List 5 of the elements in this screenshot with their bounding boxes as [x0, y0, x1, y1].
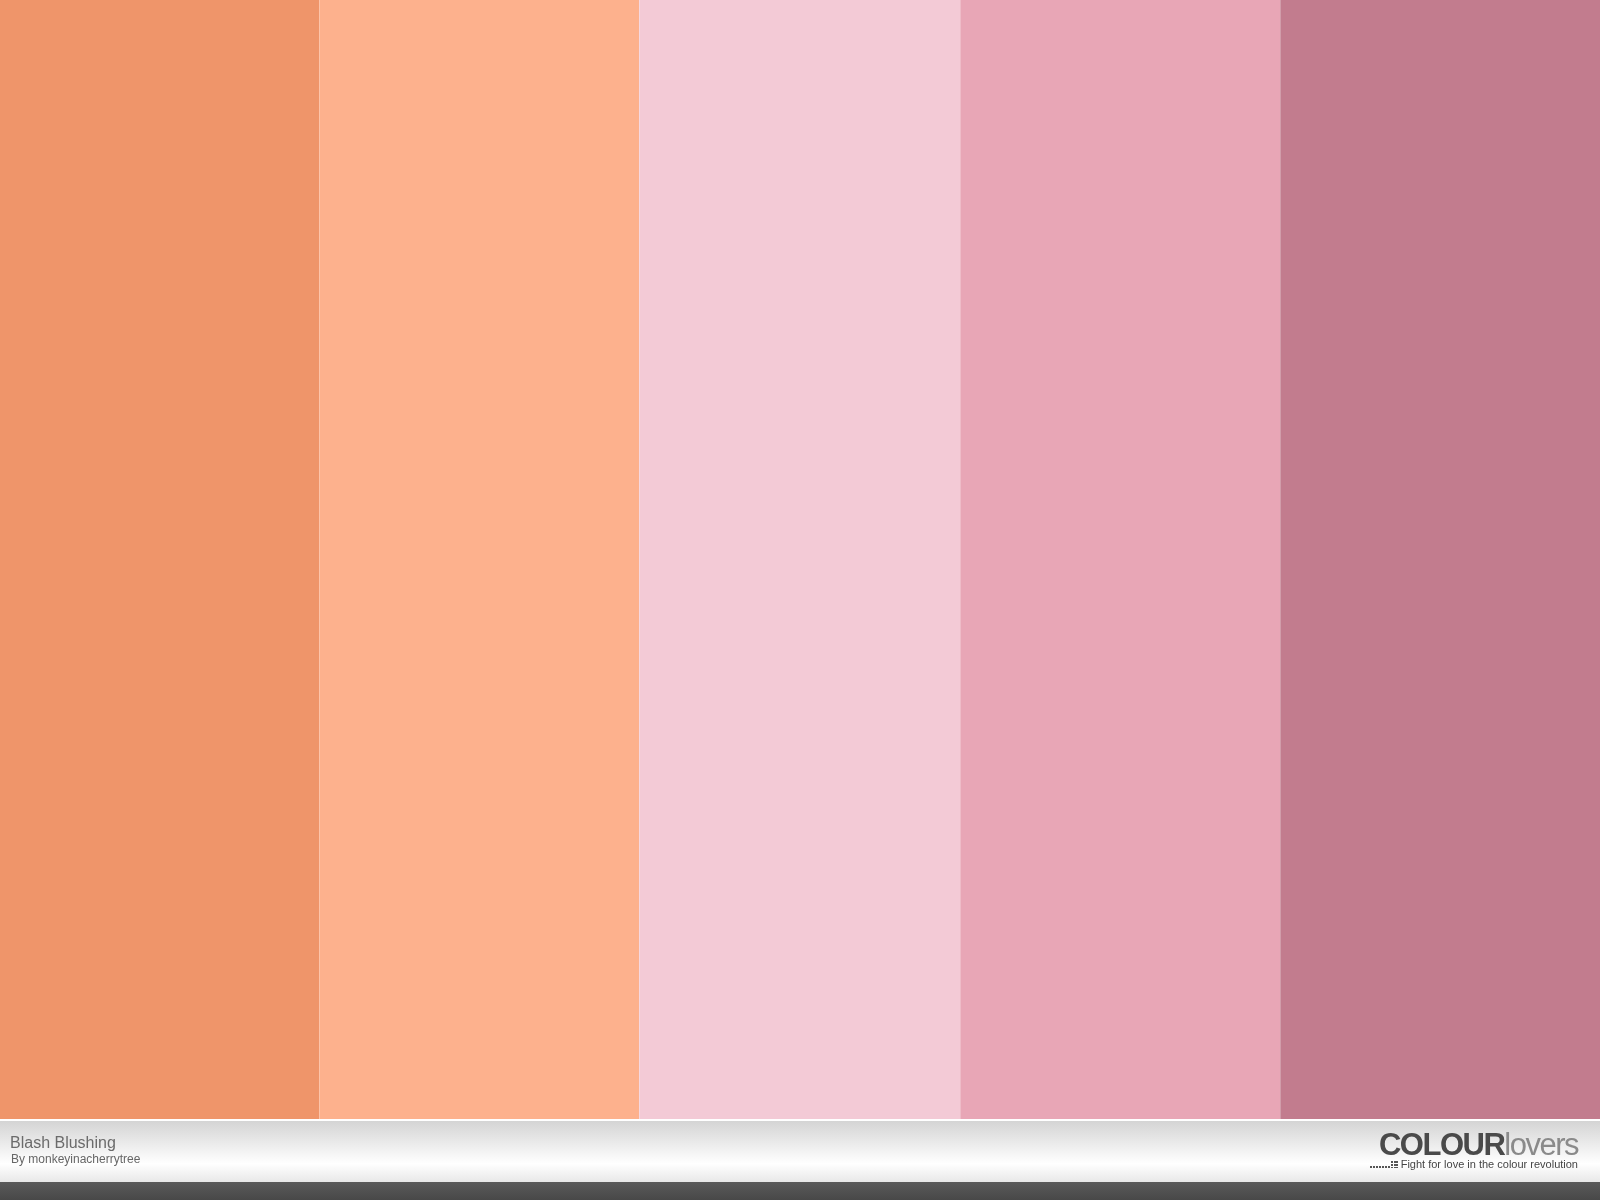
tagline: Fight for love in the colour revolution — [1400, 1158, 1578, 1171]
logo: COLOURlovers — [1378, 1132, 1578, 1158]
palette-title: Blash Blushing — [10, 1134, 117, 1152]
dotted-line-icon — [1369, 1161, 1398, 1168]
palette-author: By monkeyinacherrytree — [10, 1152, 141, 1166]
